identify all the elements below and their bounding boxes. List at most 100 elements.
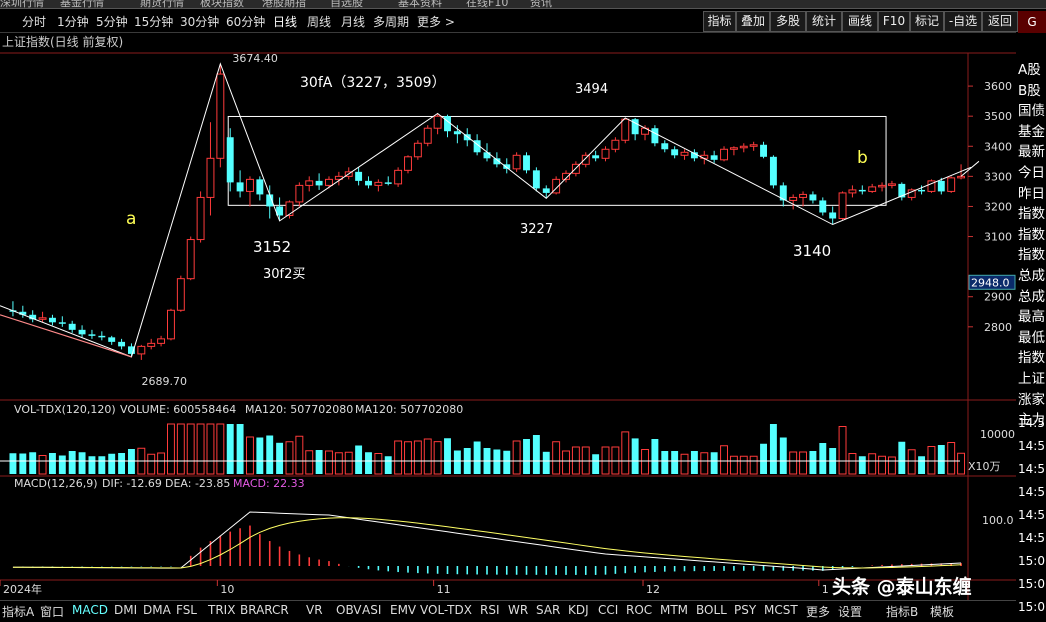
sidebar-item[interactable]: 上证 (1018, 369, 1046, 390)
volume-bar (937, 445, 945, 474)
indicator-tab[interactable]: PSY (734, 603, 756, 617)
candle-body (532, 170, 540, 189)
indicator-tab[interactable]: OBV (336, 603, 362, 617)
candle-body (167, 309, 175, 340)
sidebar-item[interactable]: B股 (1018, 81, 1046, 102)
indicator-tab[interactable]: VOL-TDX (420, 603, 472, 617)
candle-body (325, 178, 333, 186)
indicator-tab[interactable]: EMV (390, 603, 416, 617)
volume-bar (690, 451, 698, 474)
sidebar-item[interactable]: 昨日 (1018, 184, 1046, 205)
volume-bar (315, 450, 323, 474)
indicator-tab[interactable]: 设置 (838, 603, 862, 620)
indicator-tab[interactable]: MACD (72, 603, 108, 617)
volume-bar (819, 443, 827, 474)
tick-time: 14:5 (1018, 531, 1045, 545)
indicator-tab[interactable]: VR (306, 603, 323, 617)
volume-bar (523, 439, 530, 474)
volume-bar (720, 445, 728, 475)
indicator-tab[interactable]: DMI (114, 603, 137, 617)
price-tick-label: 3500 (984, 110, 1012, 123)
sidebar-item[interactable]: 指数 (1018, 225, 1046, 246)
vol-ma1: MA120: 507702080 (245, 403, 353, 416)
volume-bar (38, 455, 47, 475)
volume-bar (552, 441, 561, 475)
sidebar-item[interactable]: 总成 (1018, 266, 1046, 287)
candle-body (305, 180, 314, 186)
sidebar-item[interactable]: 总成 (1018, 287, 1046, 308)
candle-body (868, 186, 877, 192)
candle-body (384, 182, 392, 184)
candle-body (483, 152, 491, 159)
volume-bar (266, 435, 274, 474)
indicator-tab[interactable]: CR (272, 603, 289, 617)
sidebar-item[interactable]: 最新 (1018, 142, 1046, 163)
candle-body (739, 145, 748, 149)
candle-body (226, 137, 234, 183)
price-tick-label: 2800 (984, 321, 1012, 334)
indicator-tab[interactable]: BRAR (240, 603, 273, 617)
macd-dif: DIF: -12.69 (102, 477, 162, 490)
volume-bar (334, 452, 343, 475)
sidebar-item[interactable]: A股 (1018, 60, 1046, 81)
indicator-tab[interactable]: CCI (598, 603, 618, 617)
indicator-tab[interactable]: RSI (480, 603, 500, 617)
candle-body (423, 127, 432, 144)
indicator-tab[interactable]: MCST (764, 603, 798, 617)
candle-body (887, 183, 896, 186)
candle-body (157, 338, 166, 344)
indicator-tab[interactable]: KDJ (568, 603, 589, 617)
sidebar-item[interactable]: 指数 (1018, 204, 1046, 225)
indicator-tab[interactable]: 指标B (886, 603, 918, 620)
indicator-tab[interactable]: TRIX (208, 603, 235, 617)
candle-body (858, 189, 866, 192)
candle-body (374, 181, 383, 186)
indicator-tab[interactable]: 更多 (806, 603, 830, 620)
sidebar-item[interactable]: 涨家 (1018, 390, 1046, 411)
sidebar-item[interactable]: 指数 (1018, 348, 1046, 369)
candle-body (809, 194, 817, 201)
volume-bar (246, 436, 254, 475)
sidebar-item[interactable]: 最高 (1018, 307, 1046, 328)
indicator-tab[interactable]: 指标A (2, 603, 34, 620)
indicator-tab[interactable]: 窗口 (40, 603, 64, 620)
indicator-tab[interactable]: SAR (536, 603, 560, 617)
candle-body (671, 149, 679, 156)
time-label: 1 (822, 583, 829, 596)
price-tick-label: 2900 (984, 291, 1012, 304)
indicator-tab[interactable]: MTM (660, 603, 688, 617)
sidebar-item[interactable]: 基金 (1018, 122, 1046, 143)
candle-body (147, 342, 156, 347)
sidebar-item[interactable]: 今日 (1018, 163, 1046, 184)
volume-bar (848, 453, 857, 475)
indicator-tab[interactable]: DMA (143, 603, 171, 617)
candle-body (246, 178, 254, 192)
sidebar-item[interactable]: 国债 (1018, 101, 1046, 122)
volume-bar (118, 453, 126, 474)
volume-bar (532, 435, 540, 474)
indicator-tab[interactable]: BOLL (696, 603, 727, 617)
indicator-tab[interactable]: ROC (626, 603, 652, 617)
indicator-tab[interactable]: WR (508, 603, 528, 617)
volume-bar (404, 441, 412, 475)
indicator-tab[interactable]: 模板 (930, 603, 954, 620)
volume-bar (760, 443, 767, 474)
indicator-tab[interactable]: FSL (176, 603, 197, 617)
candle-body (216, 73, 225, 159)
volume-bar (394, 440, 403, 475)
candle-body (315, 180, 323, 186)
chart-canvas[interactable]: 3600 3500 3400 3300 3200 3100 2900 2800 2948.0 36… (0, 0, 1046, 621)
annotation-zone-label: 30fA（3227，3509） (300, 75, 446, 91)
candle-body (601, 148, 610, 159)
candle-body (819, 200, 827, 213)
volume-bar (186, 423, 195, 475)
indicator-tab[interactable]: ASI (362, 603, 381, 617)
volume-bar (344, 451, 353, 475)
tick-time: 14:5 (1018, 508, 1045, 522)
sidebar-item[interactable]: 最低 (1018, 328, 1046, 349)
tick-time: 14:5 (1018, 416, 1045, 430)
sidebar-item[interactable]: 指数 (1018, 245, 1046, 266)
volume-bar (374, 453, 383, 475)
candle-body (720, 148, 728, 161)
time-label: 12 (646, 583, 660, 596)
